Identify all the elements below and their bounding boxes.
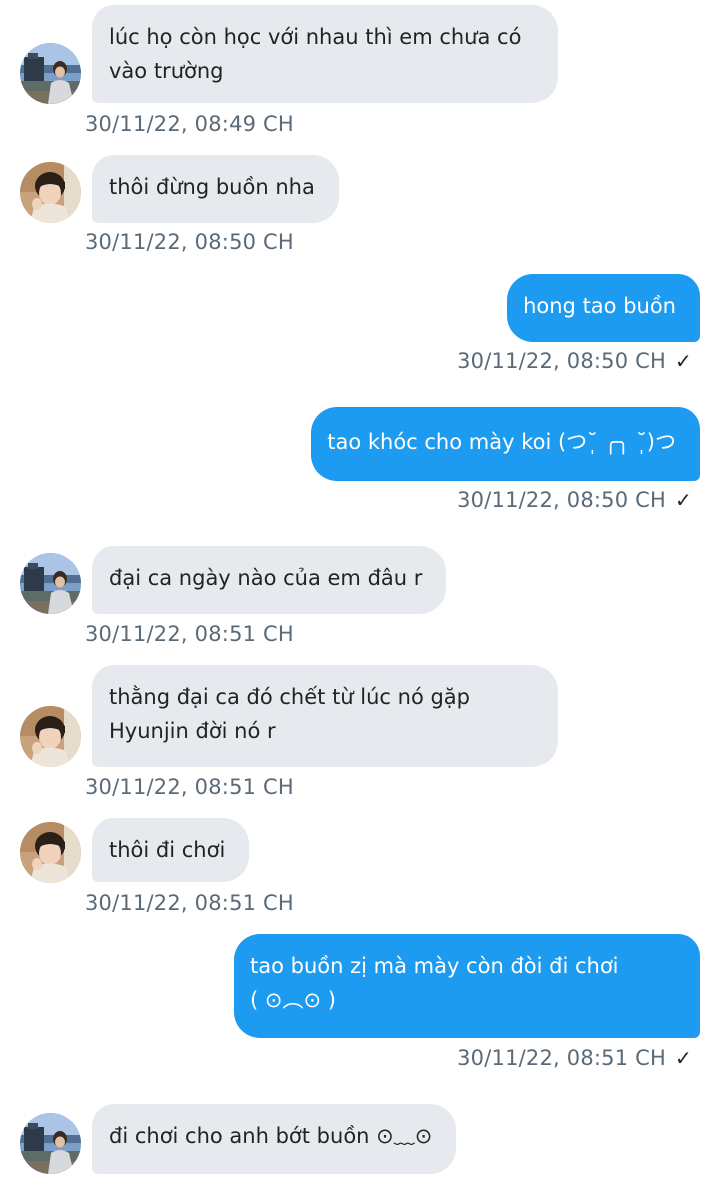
avatar[interactable] bbox=[20, 43, 81, 104]
message-timestamp: 30/11/22, 08:50 CH bbox=[457, 349, 667, 373]
message-bubble[interactable]: tao buồn zị mà mày còn đòi đi chơi ( ⊙︵⊙… bbox=[234, 934, 700, 1038]
avatar[interactable] bbox=[20, 706, 81, 767]
avatar[interactable] bbox=[20, 822, 81, 883]
message-timestamp-row: 30/11/22, 08:50 CH ✓ bbox=[457, 488, 692, 512]
message-timestamp: 30/11/22, 08:51 CH bbox=[85, 891, 294, 915]
message-timestamp-row: 30/11/22, 08:51 CH ✓ bbox=[457, 1046, 692, 1070]
avatar[interactable] bbox=[20, 162, 81, 223]
message-timestamp: 30/11/22, 08:51 CH bbox=[457, 1046, 667, 1070]
avatar-boy-photo bbox=[20, 822, 81, 883]
avatar-dock-photo bbox=[20, 43, 81, 104]
sent-check-icon: ✓ bbox=[675, 1046, 692, 1070]
avatar-boy-photo bbox=[20, 706, 81, 767]
sent-check-icon: ✓ bbox=[675, 488, 692, 512]
avatar-boy-photo bbox=[20, 162, 81, 223]
message-bubble[interactable]: đại ca ngày nào của em đâu r bbox=[92, 546, 447, 614]
message-bubble[interactable]: thôi đi chơi bbox=[92, 818, 250, 882]
avatar[interactable] bbox=[20, 1113, 81, 1174]
message-timestamp-row: 30/11/22, 08:50 CH ✓ bbox=[457, 349, 692, 373]
message-bubble[interactable]: lúc họ còn học với nhau thì em chưa có v… bbox=[92, 5, 558, 103]
message-timestamp: 30/11/22, 08:51 CH bbox=[85, 622, 294, 646]
message-timestamp: 30/11/22, 08:49 CH bbox=[85, 112, 294, 136]
message-bubble[interactable]: hong tao buồn bbox=[507, 274, 700, 342]
avatar-dock-photo bbox=[20, 553, 81, 614]
message-bubble[interactable]: thằng đại ca đó chết từ lúc nó gặp Hyunj… bbox=[92, 665, 558, 767]
message-bubble[interactable]: thôi đừng buồn nha bbox=[92, 155, 339, 223]
message-timestamp: 30/11/22, 08:51 CH bbox=[85, 775, 294, 799]
message-bubble[interactable]: đi chơi cho anh bớt buồn ⊙﹏⊙ bbox=[92, 1104, 457, 1174]
message-bubble[interactable]: tao khóc cho mày koi (つ˘̩ ╭╮ ˘̩)つ bbox=[311, 407, 700, 481]
avatar[interactable] bbox=[20, 553, 81, 614]
sent-check-icon: ✓ bbox=[675, 349, 692, 373]
avatar-dock-photo bbox=[20, 1113, 81, 1174]
message-timestamp: 30/11/22, 08:50 CH bbox=[85, 230, 294, 254]
message-timestamp: 30/11/22, 08:50 CH bbox=[457, 488, 667, 512]
